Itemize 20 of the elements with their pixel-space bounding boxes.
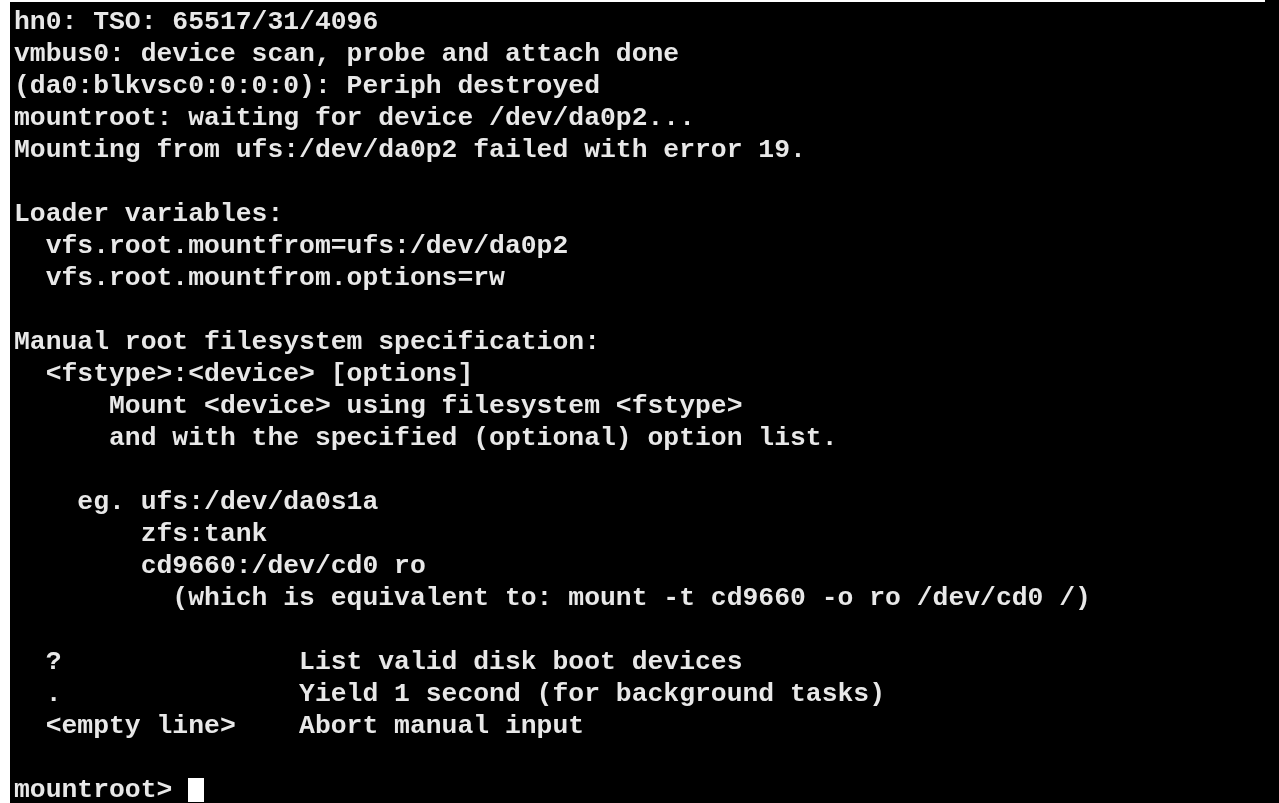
console-line: (da0:blkvsc0:0:0:0): Periph destroyed [14,70,600,102]
console-line: ? List valid disk boot devices [44,646,743,678]
console-line: Mount <device> using filesystem <fstype> [108,390,743,422]
console-line: mountroot: waiting for device /dev/da0p2... [14,102,695,134]
console-line: <empty line> Abort manual input [44,710,585,742]
console-line: Mounting from ufs:/dev/da0p2 failed with error 19. [14,134,806,166]
console-line: vfs.root.mountfrom.options=rw [44,262,505,294]
console-line: Loader variables: [14,198,284,230]
console-line: cd9660:/dev/cd0 ro [139,550,426,582]
console-line: and with the specified (optional) option list. [108,422,838,454]
console-line: zfs:tank [139,518,268,550]
console-line: Manual root filesystem specification: [14,326,600,358]
console-line: vfs.root.mountfrom=ufs:/dev/da0p2 [44,230,569,262]
console-line: hn0: TSO: 65517/31/4096 [14,6,379,38]
command-prompt: mountroot> [14,774,174,803]
console-line: (which is equivalent to: mount -t cd9660 -o ro /dev/cd0 /) [171,582,1091,614]
console-line: . Yield 1 second (for background tasks) [44,678,886,710]
console-line: eg. ufs:/dev/da0s1a [76,486,379,518]
console-line: vmbus0: device scan, probe and attach done [14,38,680,70]
console-line: <fstype>:<device> [options] [44,358,474,390]
